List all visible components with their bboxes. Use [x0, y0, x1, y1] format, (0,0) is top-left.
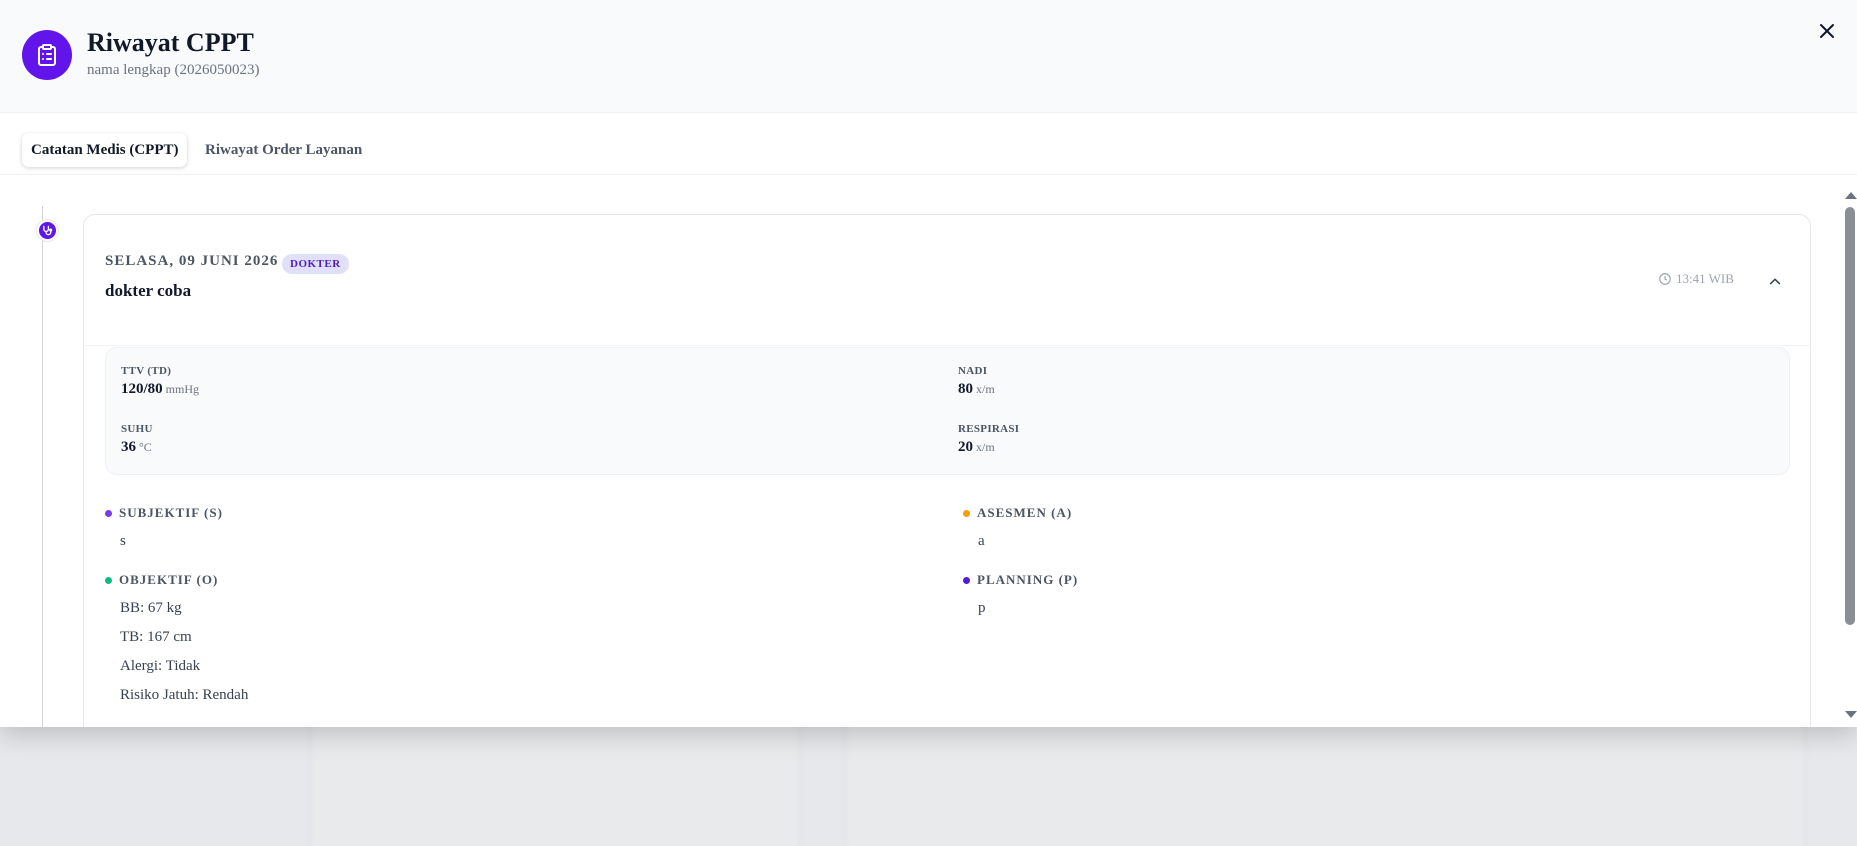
- vital-value: 80: [958, 381, 973, 397]
- vital-unit: mmHg: [165, 382, 200, 396]
- close-icon: [1820, 24, 1834, 38]
- tab-order-history[interactable]: Riwayat Order Layanan: [196, 133, 371, 167]
- vital-label: NADI: [958, 365, 988, 377]
- close-button[interactable]: [1816, 20, 1838, 42]
- vital-label: SUHU: [121, 423, 153, 435]
- planning-dot: [963, 576, 970, 584]
- soap-label: SUBJEKTIF (S): [119, 505, 223, 520]
- soap-label: ASESMEN (A): [977, 505, 1073, 520]
- modal-title: Riwayat CPPT: [87, 28, 254, 57]
- vital-respirasi: RESPIRASI 20 x/m: [958, 423, 1019, 456]
- vital-label: TTV (TD): [121, 365, 172, 377]
- chevron-up-icon: [1769, 278, 1781, 285]
- scrollbar[interactable]: [1843, 190, 1857, 727]
- cppt-record-card: SELASA, 09 JUNI 2026 DOKTER dokter coba …: [83, 214, 1811, 727]
- vital-unit: x/m: [976, 440, 995, 454]
- vital-signs-panel: TTV (TD) 120/80 mmHg NADI 80 x/m SUHU 36 °C…: [105, 347, 1790, 475]
- collapse-button[interactable]: [1763, 269, 1787, 293]
- vital-nadi: NADI 80 x/m: [958, 365, 995, 398]
- vital-value: 120/80: [121, 381, 163, 397]
- vital-unit: x/m: [976, 382, 995, 396]
- soap-objektif: OBJEKTIF (O) BB: 67 kg TB: 167 cm Alergi…: [105, 572, 248, 710]
- vital-value: 20: [958, 439, 973, 455]
- doctor-name: dokter coba: [105, 281, 192, 300]
- cppt-history-modal: Riwayat CPPT nama lengkap (2026050023) C…: [0, 0, 1857, 727]
- vital-label: RESPIRASI: [958, 423, 1020, 435]
- patient-name-id: nama lengkap (2026050023): [87, 62, 260, 78]
- stethoscope-icon: [37, 220, 58, 241]
- vital-suhu: SUHU 36 °C: [121, 423, 153, 456]
- timeline-line: [42, 206, 43, 727]
- timeline-content: SELASA, 09 JUNI 2026 DOKTER dokter coba …: [0, 176, 1857, 727]
- soap-subjektif: SUBJEKTIF (S) s: [105, 505, 223, 556]
- tab-bar: Catatan Medis (CPPT) Riwayat Order Layan…: [0, 113, 1857, 175]
- clipboard-icon: [22, 30, 72, 80]
- record-time-text: 13:41 WIB: [1676, 271, 1734, 286]
- tab-cppt[interactable]: Catatan Medis (CPPT): [22, 133, 188, 167]
- soap-text: s: [120, 533, 126, 549]
- vital-td: TTV (TD) 120/80 mmHg: [121, 365, 199, 398]
- vital-unit: °C: [139, 440, 152, 454]
- record-header: SELASA, 09 JUNI 2026 DOKTER dokter coba …: [84, 215, 1810, 346]
- subjektif-dot: [105, 509, 112, 517]
- soap-text: Risiko Jatuh: Rendah: [120, 687, 249, 703]
- record-time: 13:41 WIB: [1658, 271, 1734, 287]
- soap-label: OBJEKTIF (O): [119, 572, 219, 587]
- modal-header: Riwayat CPPT nama lengkap (2026050023): [0, 0, 1857, 113]
- soap-text: a: [978, 533, 985, 549]
- soap-text: Alergi: Tidak: [120, 658, 201, 674]
- soap-text: BB: 67 kg: [120, 600, 182, 616]
- scroll-up-arrow[interactable]: [1845, 192, 1857, 199]
- soap-text: p: [978, 600, 986, 616]
- soap-text: TB: 167 cm: [120, 629, 192, 645]
- scrollbar-thumb[interactable]: [1845, 207, 1855, 625]
- soap-label: PLANNING (P): [977, 572, 1079, 587]
- soap-asesmen: ASESMEN (A) a: [963, 505, 1072, 556]
- clock-icon: [1659, 273, 1671, 285]
- asesmen-dot: [963, 509, 970, 517]
- vital-value: 36: [121, 439, 136, 455]
- objektif-dot: [105, 576, 112, 584]
- role-badge: DOKTER: [282, 254, 349, 274]
- soap-planning: PLANNING (P) p: [963, 572, 1078, 623]
- record-date: SELASA, 09 JUNI 2026: [105, 253, 279, 269]
- scroll-down-arrow[interactable]: [1845, 711, 1857, 718]
